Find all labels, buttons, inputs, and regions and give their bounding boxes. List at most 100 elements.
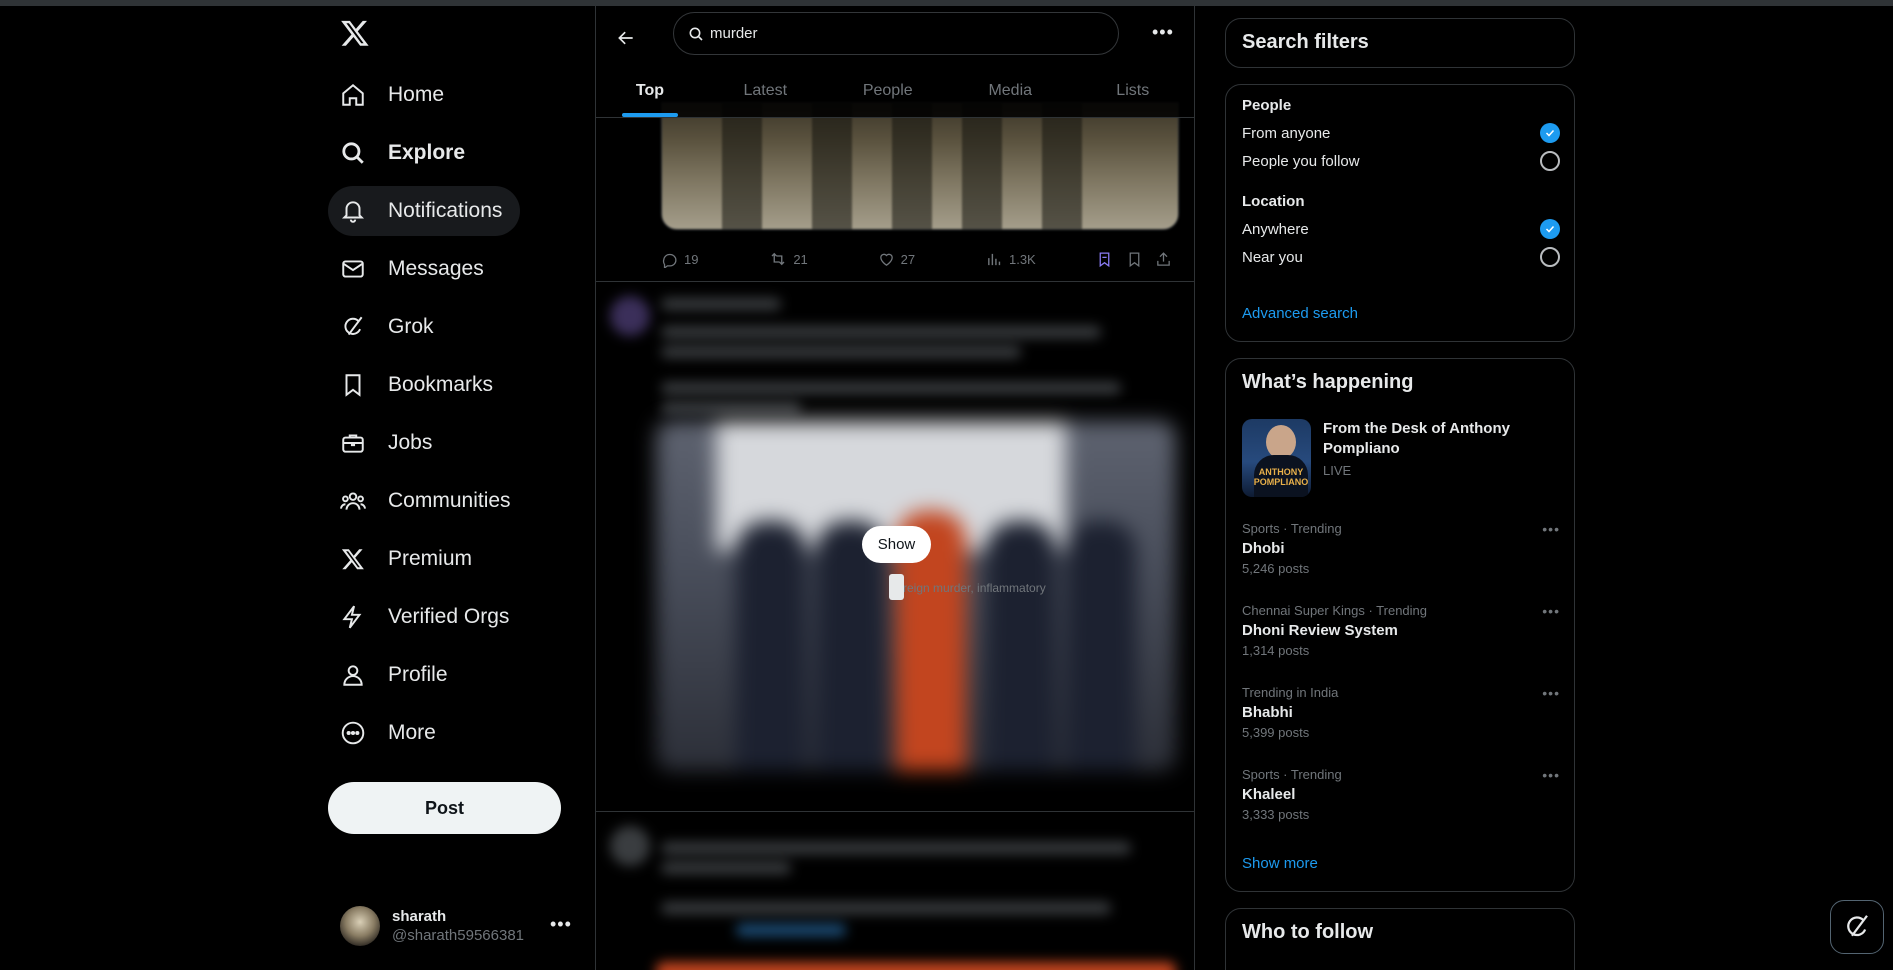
trend-meta: Chennai Super Kings · Trending [1242,603,1428,618]
more-dots-icon[interactable]: ••• [1542,767,1560,783]
who-to-follow-title: Who to follow [1242,921,1374,943]
nav-explore[interactable]: Explore [328,128,483,178]
trend-count: 5,399 posts [1242,725,1310,740]
grok-bookmark-icon [1099,251,1110,267]
nav-label-premium: Premium [388,547,473,570]
checked-radio-icon[interactable] [1540,123,1560,143]
repost-count: 21 [793,251,808,267]
search-filters-title: Search filters [1242,31,1369,53]
filter-from-anyone[interactable]: From anyone [1242,121,1560,145]
nav-jobs[interactable]: Jobs [328,418,450,468]
back-button[interactable] [608,20,644,56]
reply-button[interactable]: 19 [661,251,769,268]
search-icon [340,140,366,166]
trend-name: Khaleel [1242,786,1296,803]
tab-top[interactable]: Top [596,64,704,117]
search-box[interactable] [673,12,1119,55]
nav-grok[interactable]: Grok [328,302,452,352]
trend-meta: Trending in India [1242,685,1339,700]
nav-label-bookmarks: Bookmarks [388,373,494,396]
whats-happening-card: What’s happening ANTHONY POMPLIANO From … [1225,358,1575,892]
filter-near-you[interactable]: Near you [1242,245,1560,269]
post-button[interactable]: Post [328,782,561,834]
trend-meta: Sports · Trending [1242,521,1342,536]
more-dots-icon[interactable]: ••• [1152,22,1174,43]
avatar [340,906,380,946]
repost-icon [771,252,785,266]
more-dots-icon[interactable]: ••• [1542,685,1560,701]
live-event-thumbnail: ANTHONY POMPLIANO [1242,419,1312,497]
trend-item[interactable]: Sports · Trending Khaleel 3,333 posts ••… [1242,767,1560,822]
nav-home[interactable]: Home [328,70,462,120]
more-dots-icon[interactable]: ••• [1542,603,1560,619]
nav-more[interactable]: More [328,708,454,758]
sensitive-media[interactable] [656,421,1176,771]
bell-icon [340,198,366,224]
radio-icon[interactable] [1540,247,1560,267]
show-more-link[interactable]: Show more [1242,855,1318,872]
nav-bookmarks[interactable]: Bookmarks [328,360,511,410]
whats-happening-title: What’s happening [1242,371,1414,393]
who-to-follow-card: Who to follow [1225,908,1575,970]
nav-communities[interactable]: Communities [328,476,529,526]
nav-profile[interactable]: Profile [328,650,466,700]
trend-item[interactable]: Chennai Super Kings · Trending Dhoni Rev… [1242,603,1560,658]
share-button[interactable] [1155,251,1179,268]
briefcase-icon [340,430,366,456]
tab-people[interactable]: People [827,64,950,117]
views-button[interactable]: 1.3K [986,251,1096,268]
more-circle-icon [340,720,366,746]
nav-premium[interactable]: Premium [328,534,490,584]
more-dots-icon[interactable]: ••• [1542,521,1560,537]
grok-icon [1847,915,1868,937]
grok-analyze-button[interactable] [1096,251,1126,268]
tab-lists[interactable]: Lists [1072,64,1195,117]
people-heading: People [1242,97,1292,114]
nav-label-verified-orgs: Verified Orgs [388,605,510,628]
bookmark-icon [340,372,366,398]
people-icon [340,488,366,514]
trend-item[interactable]: Sports · Trending Dhobi 5,246 posts ••• [1242,521,1560,576]
tab-media[interactable]: Media [949,64,1072,117]
filter-label: Anywhere [1242,220,1309,238]
account-switcher[interactable]: sharath @sharath59566381 ••• [328,896,594,956]
search-input[interactable] [710,25,1090,42]
nav-messages[interactable]: Messages [328,244,502,294]
search-tabs: Top Latest People Media Lists [596,64,1194,118]
checked-radio-icon[interactable] [1540,219,1560,239]
show-sensitive-button[interactable]: Show [862,526,931,563]
warning-marker [889,574,904,600]
repost-button[interactable]: 21 [769,250,877,268]
trend-count: 3,333 posts [1242,807,1310,822]
like-count: 27 [900,251,916,267]
x-logo-icon[interactable] [340,18,374,52]
person-icon [340,662,366,688]
nav-label-home: Home [388,83,445,106]
nav-label-communities: Communities [388,489,511,512]
nav-notifications[interactable]: Notifications [328,186,521,236]
radio-icon[interactable] [1540,151,1560,171]
filter-anywhere[interactable]: Anywhere [1242,217,1560,241]
like-button[interactable]: 27 [878,251,986,268]
lightning-icon [340,604,366,630]
advanced-search-link[interactable]: Advanced search [1242,305,1358,322]
post-media[interactable] [661,102,1179,230]
more-dots-icon[interactable]: ••• [550,914,572,935]
tab-latest[interactable]: Latest [704,64,827,117]
live-event[interactable]: ANTHONY POMPLIANO From the Desk of Antho… [1242,419,1560,499]
content-warning-text: Foreign murder, inflammatory [889,581,1046,595]
bookmark-icon [1129,251,1140,267]
trend-name: Dhoni Review System [1242,622,1398,639]
bookmark-button[interactable] [1126,251,1156,268]
trend-item[interactable]: Trending in India Bhabhi 5,399 posts ••• [1242,685,1560,740]
mail-icon [340,256,366,282]
live-status: LIVE [1323,463,1352,478]
trend-count: 1,314 posts [1242,643,1310,658]
nav-label-grok: Grok [388,315,434,338]
nav-verified-orgs[interactable]: Verified Orgs [328,592,527,642]
filter-label: From anyone [1242,124,1331,142]
grok-icon [340,314,366,340]
filter-people-you-follow[interactable]: People you follow [1242,149,1560,173]
reply-count: 19 [684,251,699,267]
grok-floating-button[interactable] [1830,900,1884,954]
